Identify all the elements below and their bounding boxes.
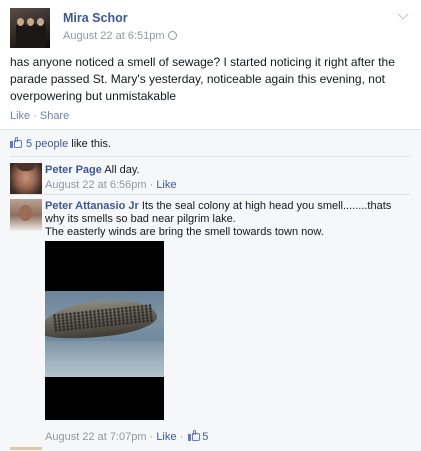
chevron-down-icon[interactable]	[397, 8, 409, 20]
separator-dot: ·	[33, 110, 37, 122]
divider	[10, 156, 411, 157]
post-actions: Like · Share	[10, 110, 69, 122]
like-button[interactable]: Like	[10, 110, 30, 122]
commenter-name[interactable]: Peter Attanasio Jr	[45, 200, 139, 212]
separator-dot: ·	[149, 179, 154, 191]
likes-summary: 5 people like this.	[10, 137, 111, 150]
commenter-avatar[interactable]	[10, 163, 42, 195]
commenter-name[interactable]: Peter Page	[45, 164, 102, 176]
thumbs-up-icon	[188, 430, 201, 441]
avatar-face	[37, 18, 44, 26]
divider	[10, 194, 411, 195]
post-body-text: has anyone noticed a smell of sewage? I …	[10, 55, 395, 103]
avatar-face	[27, 18, 34, 26]
photo-scene	[45, 291, 164, 377]
share-button[interactable]: Share	[40, 110, 69, 122]
comment-body: Peter Attanasio Jr Its the seal colony a…	[45, 200, 411, 239]
post-author-name[interactable]: Mira Schor	[63, 11, 128, 25]
separator-dot: ·	[149, 431, 154, 443]
likers-link[interactable]: 5 people	[26, 138, 68, 150]
photo-water	[45, 341, 164, 377]
comment-body: Peter Page All day.	[45, 164, 140, 177]
comment-timestamp[interactable]: August 22 at 7:07pm	[45, 431, 147, 443]
comment-meta: August 22 at 7:07pm · Like · 5	[45, 430, 208, 443]
likes-suffix: like this.	[68, 138, 112, 150]
comment-meta: August 22 at 6:56pm · Like	[45, 179, 177, 191]
comment-text-line2: The easterly winds are bring the smell t…	[45, 226, 324, 238]
comment-like-button[interactable]: Like	[156, 179, 176, 191]
comment-like-button[interactable]: Like	[156, 431, 176, 443]
comment-like-count[interactable]: 5	[202, 431, 208, 443]
thumbs-up-icon	[10, 137, 22, 148]
commenter-avatar[interactable]	[10, 199, 42, 231]
globe-icon	[167, 31, 177, 40]
author-avatar[interactable]	[10, 8, 50, 48]
comment-timestamp[interactable]: August 22 at 6:56pm	[45, 179, 147, 191]
comment-text: All day.	[104, 164, 140, 176]
comment-photo[interactable]	[45, 241, 164, 420]
post-timestamp[interactable]: August 22 at 6:51pm	[63, 30, 177, 42]
avatar-face	[17, 18, 24, 26]
post-timestamp-text[interactable]: August 22 at 6:51pm	[63, 30, 165, 42]
separator-dot: ·	[179, 431, 184, 443]
